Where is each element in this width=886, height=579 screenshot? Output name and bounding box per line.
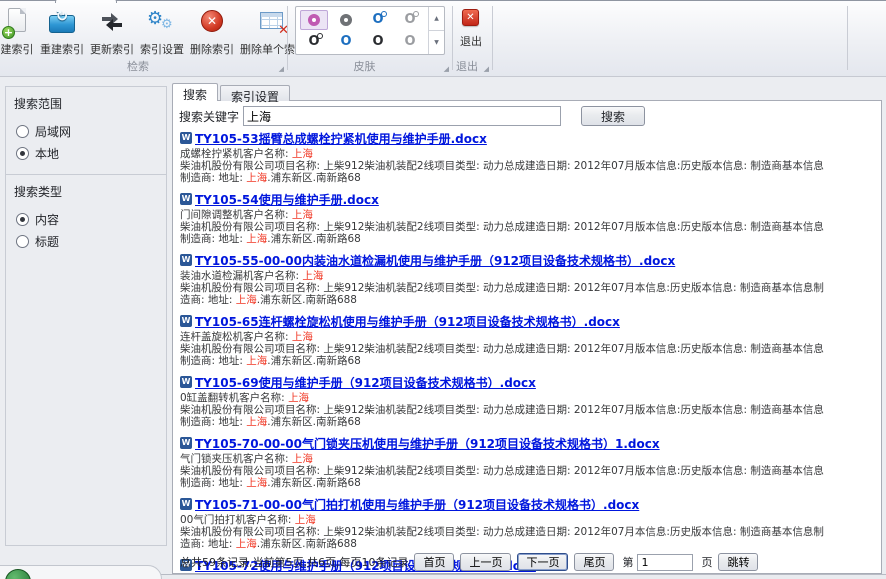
result-item: W TY105-55-00-00内装油水道检漏机使用与维护手册（912项目设备技…	[180, 252, 875, 306]
word-document-icon: W	[180, 315, 192, 327]
delete-single-index-icon: ✕	[256, 6, 290, 38]
ribbon-group-exit: ✕ 退出 退出 ◢	[453, 3, 491, 75]
ribbon-separator	[847, 6, 848, 70]
radio-content[interactable]: 内容	[16, 208, 166, 230]
skin-theme-1-icon[interactable]	[300, 10, 328, 30]
skin-theme-5-icon[interactable]: O	[300, 31, 328, 51]
word-document-icon: W	[180, 254, 192, 266]
dialog-launcher-icon[interactable]: ◢	[279, 66, 284, 73]
radio-icon	[16, 147, 29, 160]
results-list: W TY105-53摇臂总成螺栓拧紧机使用与维护手册.docx 成螺栓拧紧机客户…	[180, 130, 875, 579]
search-panel: 搜索关键字 搜索 W TY105-53摇臂总成螺栓拧紧机使用与维护手册.docx…	[172, 100, 882, 574]
page-number-input[interactable]	[637, 554, 693, 571]
skin-theme-7-icon[interactable]: O	[364, 31, 392, 51]
skin-theme-6-icon[interactable]: O	[332, 31, 360, 51]
radio-icon	[16, 125, 29, 138]
search-scope-title: 搜索范围	[6, 87, 166, 116]
radio-local[interactable]: 本地	[16, 142, 166, 164]
skin-theme-8-icon[interactable]: O	[396, 31, 424, 51]
delete-index-button[interactable]: ✕ 删除索引	[187, 3, 237, 58]
last-page-button[interactable]: 尾页	[574, 553, 614, 571]
result-description: 装油水道检漏机客户名称: 上海 柴油机股份有限公司项目名称: 上柴912柴油机装…	[180, 270, 875, 306]
ribbon-group-index: + 建索引 ↻ 重建索引	[0, 3, 286, 75]
skin-theme-3-icon[interactable]: O	[364, 10, 392, 30]
result-description: 连杆盖旋松机客户名称: 上海 柴油机股份有限公司项目名称: 上柴912柴油机装配…	[180, 331, 875, 367]
result-title-link[interactable]: TY105-55-00-00内装油水道检漏机使用与维护手册（912项目设备技术规…	[195, 252, 675, 269]
group-label-exit: 退出	[453, 58, 481, 74]
corner-widget	[0, 565, 162, 579]
jump-button[interactable]: 跳转	[718, 553, 758, 571]
create-index-icon: +	[0, 6, 34, 38]
green-status-icon	[5, 569, 31, 579]
rebuild-index-button[interactable]: ↻ 重建索引	[37, 3, 87, 58]
create-index-button[interactable]: + 建索引	[0, 3, 37, 58]
rebuild-index-icon: ↻	[45, 6, 79, 38]
radio-icon	[16, 213, 29, 226]
main-tabs: 搜索 索引设置	[172, 83, 292, 101]
first-page-button[interactable]: 首页	[414, 553, 454, 571]
dialog-launcher-icon[interactable]: ◢	[444, 66, 449, 73]
search-input[interactable]	[243, 106, 561, 126]
ribbon: + 建索引 ↻ 重建索引	[0, 0, 886, 77]
tab-index-settings[interactable]: 索引设置	[220, 85, 290, 101]
result-description: 气门锁夹压机客户名称: 上海 柴油机股份有限公司项目名称: 上柴912柴油机装配…	[180, 453, 875, 489]
index-settings-button[interactable]: ⚙⚙ 索引设置	[137, 3, 187, 58]
word-document-icon: W	[180, 437, 192, 449]
delete-index-icon: ✕	[195, 6, 229, 38]
pagination-summary: 总共59条记录,当前第5页,共6页,每页10条记录	[180, 554, 408, 570]
skin-theme-4-icon[interactable]: O	[396, 10, 424, 30]
ribbon-group-skin: OOOOOO ▲ ▼ 皮肤 ◢	[288, 3, 451, 75]
result-description: 门间隙调整机客户名称: 上海 柴油机股份有限公司项目名称: 上柴912柴油机装配…	[180, 209, 875, 245]
gallery-scroll-down-icon[interactable]: ▼	[429, 30, 444, 54]
update-index-button[interactable]: 更新索引	[87, 3, 137, 58]
skin-gallery: OOOOOO ▲ ▼	[295, 6, 445, 55]
exit-icon: ✕	[461, 6, 481, 30]
search-keyword-label: 搜索关键字	[179, 108, 239, 125]
result-title-link[interactable]: TY105-65连杆螺栓旋松机使用与维护手册（912项目设备技术规格书）.doc…	[195, 313, 620, 330]
dialog-launcher-icon[interactable]: ◢	[484, 66, 489, 73]
update-index-icon	[95, 6, 129, 38]
result-title-link[interactable]: TY105-69使用与维护手册（912项目设备技术规格书）.docx	[195, 374, 536, 391]
skin-gallery-grid: OOOOOO	[296, 7, 428, 54]
result-item: W TY105-54使用与维护手册.docx 门间隙调整机客户名称: 上海 柴油…	[180, 191, 875, 245]
result-title-link[interactable]: TY105-71-00-00气门拍打机使用与维护手册（912项目设备技术规格书）…	[195, 496, 639, 513]
word-document-icon: W	[180, 132, 192, 144]
pagination: 总共59条记录,当前第5页,共6页,每页10条记录 首页 上一页 下一页 尾页 …	[180, 553, 758, 571]
prev-page-button[interactable]: 上一页	[460, 553, 511, 571]
result-title-link[interactable]: TY105-54使用与维护手册.docx	[195, 191, 379, 208]
gallery-scroll-up-icon[interactable]: ▲	[429, 7, 444, 30]
result-item: W TY105-53摇臂总成螺栓拧紧机使用与维护手册.docx 成螺栓拧紧机客户…	[180, 130, 875, 184]
word-document-icon: W	[180, 193, 192, 205]
word-document-icon: W	[180, 498, 192, 510]
result-item: W TY105-70-00-00气门锁夹压机使用与维护手册（912项目设备技术规…	[180, 435, 875, 489]
result-description: 00气门拍打机客户名称: 上海 柴油机股份有限公司项目名称: 上柴912柴油机装…	[180, 514, 875, 550]
group-label-skin: 皮肤	[288, 58, 441, 74]
tab-search[interactable]: 搜索	[172, 83, 218, 101]
ribbon-top-border	[0, 0, 886, 1]
word-document-icon: W	[180, 376, 192, 388]
result-title-link[interactable]: TY105-53摇臂总成螺栓拧紧机使用与维护手册.docx	[195, 130, 487, 147]
result-item: W TY105-71-00-00气门拍打机使用与维护手册（912项目设备技术规格…	[180, 496, 875, 550]
group-label-index: 检索	[0, 58, 276, 74]
page-prefix-label: 第	[622, 554, 633, 570]
skin-theme-2-icon[interactable]	[332, 10, 360, 30]
next-page-button[interactable]: 下一页	[517, 553, 568, 571]
search-button[interactable]: 搜索	[581, 106, 645, 126]
search-type-title: 搜索类型	[6, 175, 166, 204]
app-window: + 建索引 ↻ 重建索引	[0, 0, 886, 579]
skin-gallery-scrollbar: ▲ ▼	[428, 7, 444, 54]
ribbon-separator	[492, 6, 493, 70]
exit-button[interactable]: ✕ 退出	[453, 3, 489, 50]
result-item: W TY105-69使用与维护手册（912项目设备技术规格书）.docx 0缸盖…	[180, 374, 875, 428]
radio-lan[interactable]: 局域网	[16, 120, 166, 142]
sidebar: 搜索范围 局域网 本地 搜索类型 内容 标题	[5, 86, 167, 546]
radio-icon	[16, 235, 29, 248]
index-settings-icon: ⚙⚙	[145, 6, 179, 38]
result-description: 成螺栓拧紧机客户名称: 上海 柴油机股份有限公司项目名称: 上柴912柴油机装配…	[180, 148, 875, 184]
result-item: W TY105-65连杆螺栓旋松机使用与维护手册（912项目设备技术规格书）.d…	[180, 313, 875, 367]
result-description: 0缸盖翻转机客户名称: 上海 柴油机股份有限公司项目名称: 上柴912柴油机装配…	[180, 392, 875, 428]
result-title-link[interactable]: TY105-70-00-00气门锁夹压机使用与维护手册（912项目设备技术规格书…	[195, 435, 660, 452]
page-suffix-label: 页	[701, 554, 712, 570]
radio-title[interactable]: 标题	[16, 230, 166, 252]
